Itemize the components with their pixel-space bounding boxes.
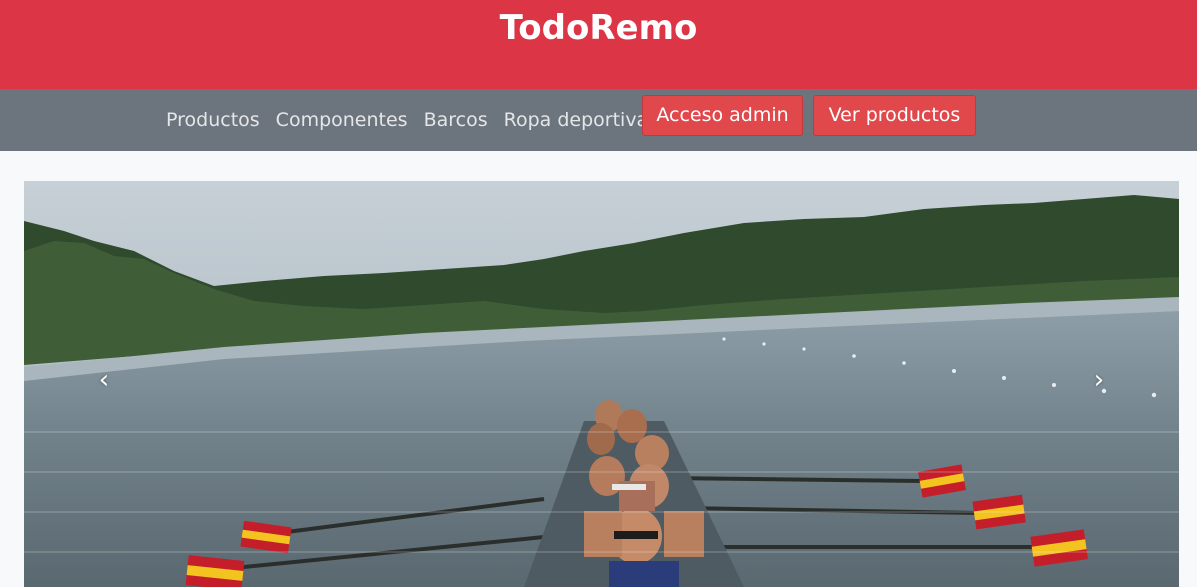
image-carousel[interactable] (24, 181, 1179, 587)
nav-link-productos[interactable]: Productos (163, 106, 263, 134)
carousel-prev-icon[interactable]: ‹ (89, 360, 119, 400)
admin-access-button[interactable]: Acceso admin (642, 95, 803, 136)
view-products-button[interactable]: Ver productos (813, 95, 976, 136)
carousel-next-icon[interactable]: › (1084, 360, 1114, 400)
nav-link-componentes[interactable]: Componentes (273, 106, 411, 134)
nav-links: Productos Componentes Barcos Ropa deport… (163, 106, 651, 134)
brand-title[interactable]: TodoRemo (0, 4, 1197, 52)
rowing-photo (24, 181, 1179, 587)
site-header: TodoRemo (0, 0, 1197, 89)
nav-link-barcos[interactable]: Barcos (421, 106, 491, 134)
nav-link-ropa-deportiva[interactable]: Ropa deportiva (501, 106, 652, 134)
